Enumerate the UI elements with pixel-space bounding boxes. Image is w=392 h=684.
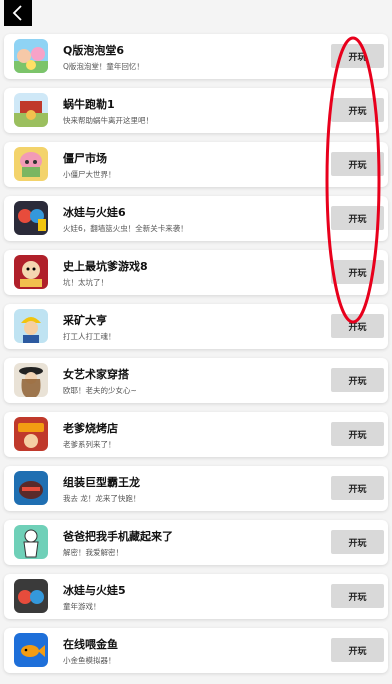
game-thumbnail [14, 471, 48, 505]
game-card[interactable]: 冰娃与火娃6 火娃6，翻墙篮火虫！全新关卡来袭！ 开玩 [4, 196, 388, 241]
game-thumbnail [14, 579, 48, 613]
game-card[interactable]: 女艺术家穿搭 欧耶！老夫的少女心~ 开玩 [4, 358, 388, 403]
game-card[interactable]: 组装巨型霸王龙 我去 龙！龙来了快跑！ 开玩 [4, 466, 388, 511]
game-title: 冰娃与火娃5 [63, 584, 126, 597]
game-card[interactable]: Q版泡泡堂6 Q版泡泡堂！童年回忆！ 开玩 [4, 34, 388, 79]
play-button[interactable]: 开玩 [331, 314, 384, 338]
game-description: 坑！太坑了！ [63, 278, 108, 287]
game-title: 组装巨型霸王龙 [63, 476, 140, 489]
game-description: 童年游戏！ [63, 602, 101, 611]
play-button[interactable]: 开玩 [331, 152, 384, 176]
game-title: Q版泡泡堂6 [63, 44, 125, 57]
game-title: 爸爸把我手机藏起来了 [63, 530, 173, 543]
game-description: 老爹系列来了！ [63, 440, 116, 449]
game-thumbnail [14, 525, 48, 559]
game-thumbnail [14, 309, 48, 343]
game-thumbnail [14, 201, 48, 235]
game-card[interactable]: 冰娃与火娃5 童年游戏！ 开玩 [4, 574, 388, 619]
game-description: Q版泡泡堂！童年回忆！ [63, 62, 144, 71]
game-description: 火娃6，翻墙篮火虫！全新关卡来袭！ [63, 224, 188, 233]
game-description: 打工人打工魂！ [63, 332, 116, 341]
game-thumbnail [14, 147, 48, 181]
game-title: 在线喂金鱼 [63, 638, 118, 651]
game-description: 欧耶！老夫的少女心~ [63, 386, 137, 395]
game-title: 僵尸市场 [63, 152, 107, 165]
game-description: 小僵尸大世界！ [63, 170, 116, 179]
play-button[interactable]: 开玩 [331, 530, 384, 554]
game-description: 快来帮助蜗牛离开这里吧！ [63, 116, 153, 125]
game-card[interactable]: 爸爸把我手机藏起来了 解密！我爱解密！ 开玩 [4, 520, 388, 565]
game-description: 解密！我爱解密！ [63, 548, 123, 557]
game-title: 采矿大亨 [63, 314, 107, 327]
game-description: 我去 龙！龙来了快跑！ [63, 494, 141, 503]
play-button[interactable]: 开玩 [331, 476, 384, 500]
game-card[interactable]: 在线喂金鱼 小金鱼模拟器！ 开玩 [4, 628, 388, 673]
game-title: 老爹烧烤店 [63, 422, 118, 435]
game-card[interactable]: 老爹烧烤店 老爹系列来了！ 开玩 [4, 412, 388, 457]
game-thumbnail [14, 417, 48, 451]
play-button[interactable]: 开玩 [331, 638, 384, 662]
game-card[interactable]: 蜗牛跑勒1 快来帮助蜗牛离开这里吧！ 开玩 [4, 88, 388, 133]
game-card[interactable]: 史上最坑爹游戏8 坑！太坑了！ 开玩 [4, 250, 388, 295]
game-description: 小金鱼模拟器！ [63, 656, 116, 665]
play-button[interactable]: 开玩 [331, 368, 384, 392]
game-title: 女艺术家穿搭 [63, 368, 129, 381]
game-thumbnail [14, 363, 48, 397]
chevron-left-icon [12, 5, 22, 21]
game-thumbnail [14, 39, 48, 73]
game-thumbnail [14, 255, 48, 289]
game-card[interactable]: 采矿大亨 打工人打工魂！ 开玩 [4, 304, 388, 349]
game-thumbnail [14, 93, 48, 127]
back-button[interactable] [4, 0, 32, 26]
game-title: 史上最坑爹游戏8 [63, 260, 148, 273]
game-title: 蜗牛跑勒1 [63, 98, 115, 111]
play-button[interactable]: 开玩 [331, 206, 384, 230]
play-button[interactable]: 开玩 [331, 44, 384, 68]
play-button[interactable]: 开玩 [331, 260, 384, 284]
game-thumbnail [14, 633, 48, 667]
play-button[interactable]: 开玩 [331, 422, 384, 446]
game-card[interactable]: 僵尸市场 小僵尸大世界！ 开玩 [4, 142, 388, 187]
play-button[interactable]: 开玩 [331, 584, 384, 608]
play-button[interactable]: 开玩 [331, 98, 384, 122]
game-title: 冰娃与火娃6 [63, 206, 126, 219]
